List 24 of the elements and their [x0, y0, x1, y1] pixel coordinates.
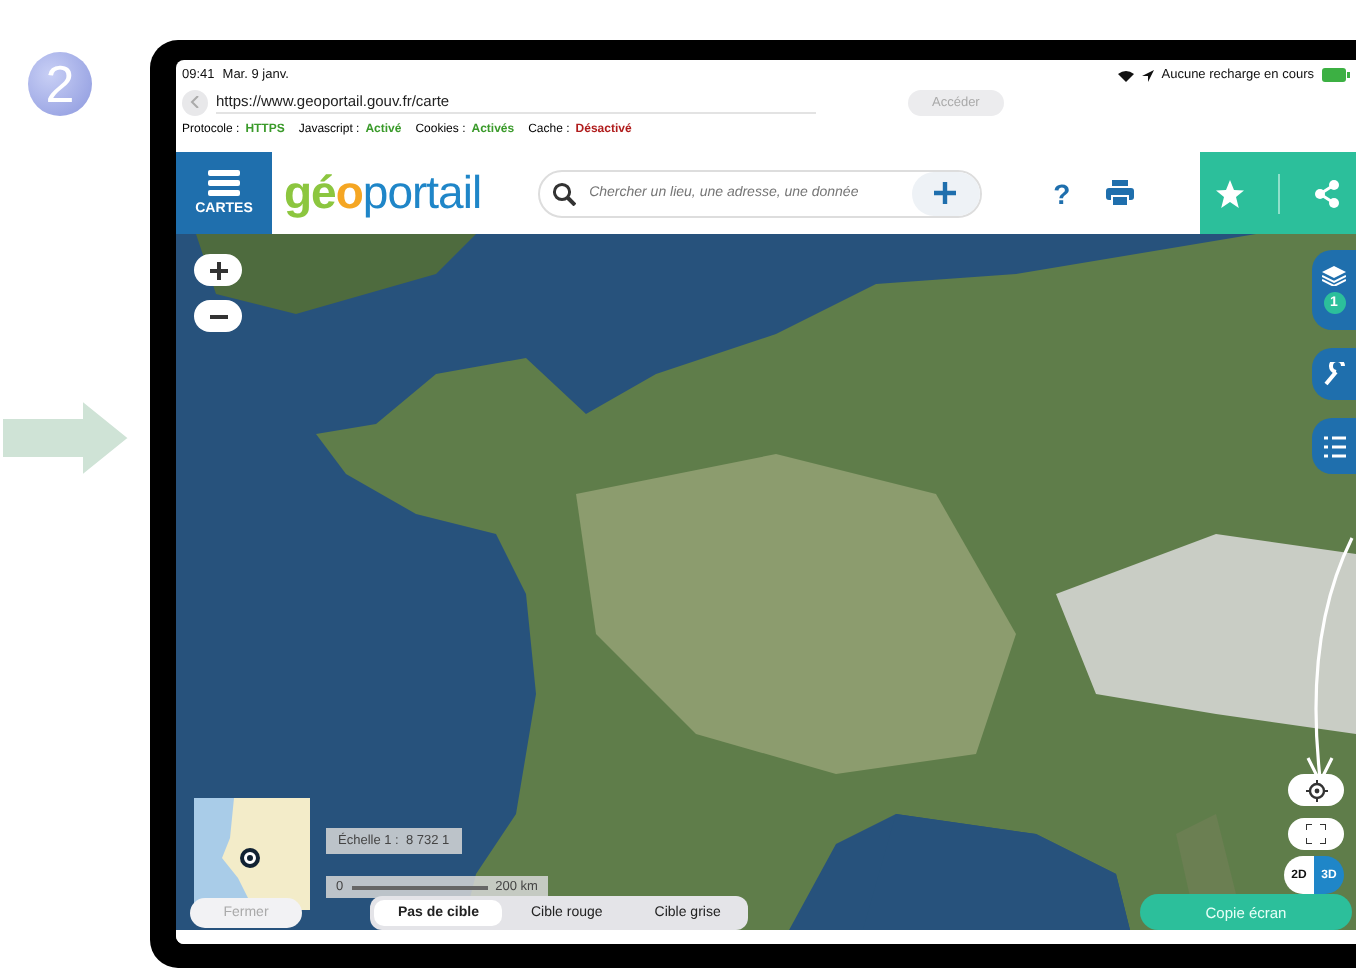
site-logo[interactable]: géoportail: [272, 166, 482, 220]
tools-tab[interactable]: [1312, 348, 1356, 400]
minus-icon: [209, 313, 227, 319]
location-icon: [1141, 69, 1154, 81]
search-icon: [551, 181, 576, 205]
legend-tab[interactable]: [1312, 418, 1356, 474]
locate-button[interactable]: [1288, 774, 1344, 806]
layers-icon: [1322, 266, 1346, 286]
list-icon: [1323, 435, 1345, 457]
star-icon[interactable]: [1216, 179, 1245, 207]
crosshair-icon: [1305, 779, 1327, 801]
menu-icon: [208, 170, 240, 196]
wrench-icon: [1323, 362, 1345, 386]
chevron-left-icon: [190, 96, 200, 108]
help-button[interactable]: ?: [1053, 177, 1071, 209]
wifi-icon: [1117, 69, 1134, 81]
plus-icon: [209, 261, 227, 279]
plus-icon: [934, 182, 957, 204]
fullscreen-icon: [1306, 824, 1326, 844]
step-number-badge: 2: [28, 52, 92, 116]
print-icon[interactable]: [1106, 180, 1135, 206]
fullscreen-button[interactable]: [1288, 818, 1344, 850]
add-button[interactable]: [911, 171, 980, 215]
battery-icon: [1322, 68, 1350, 82]
